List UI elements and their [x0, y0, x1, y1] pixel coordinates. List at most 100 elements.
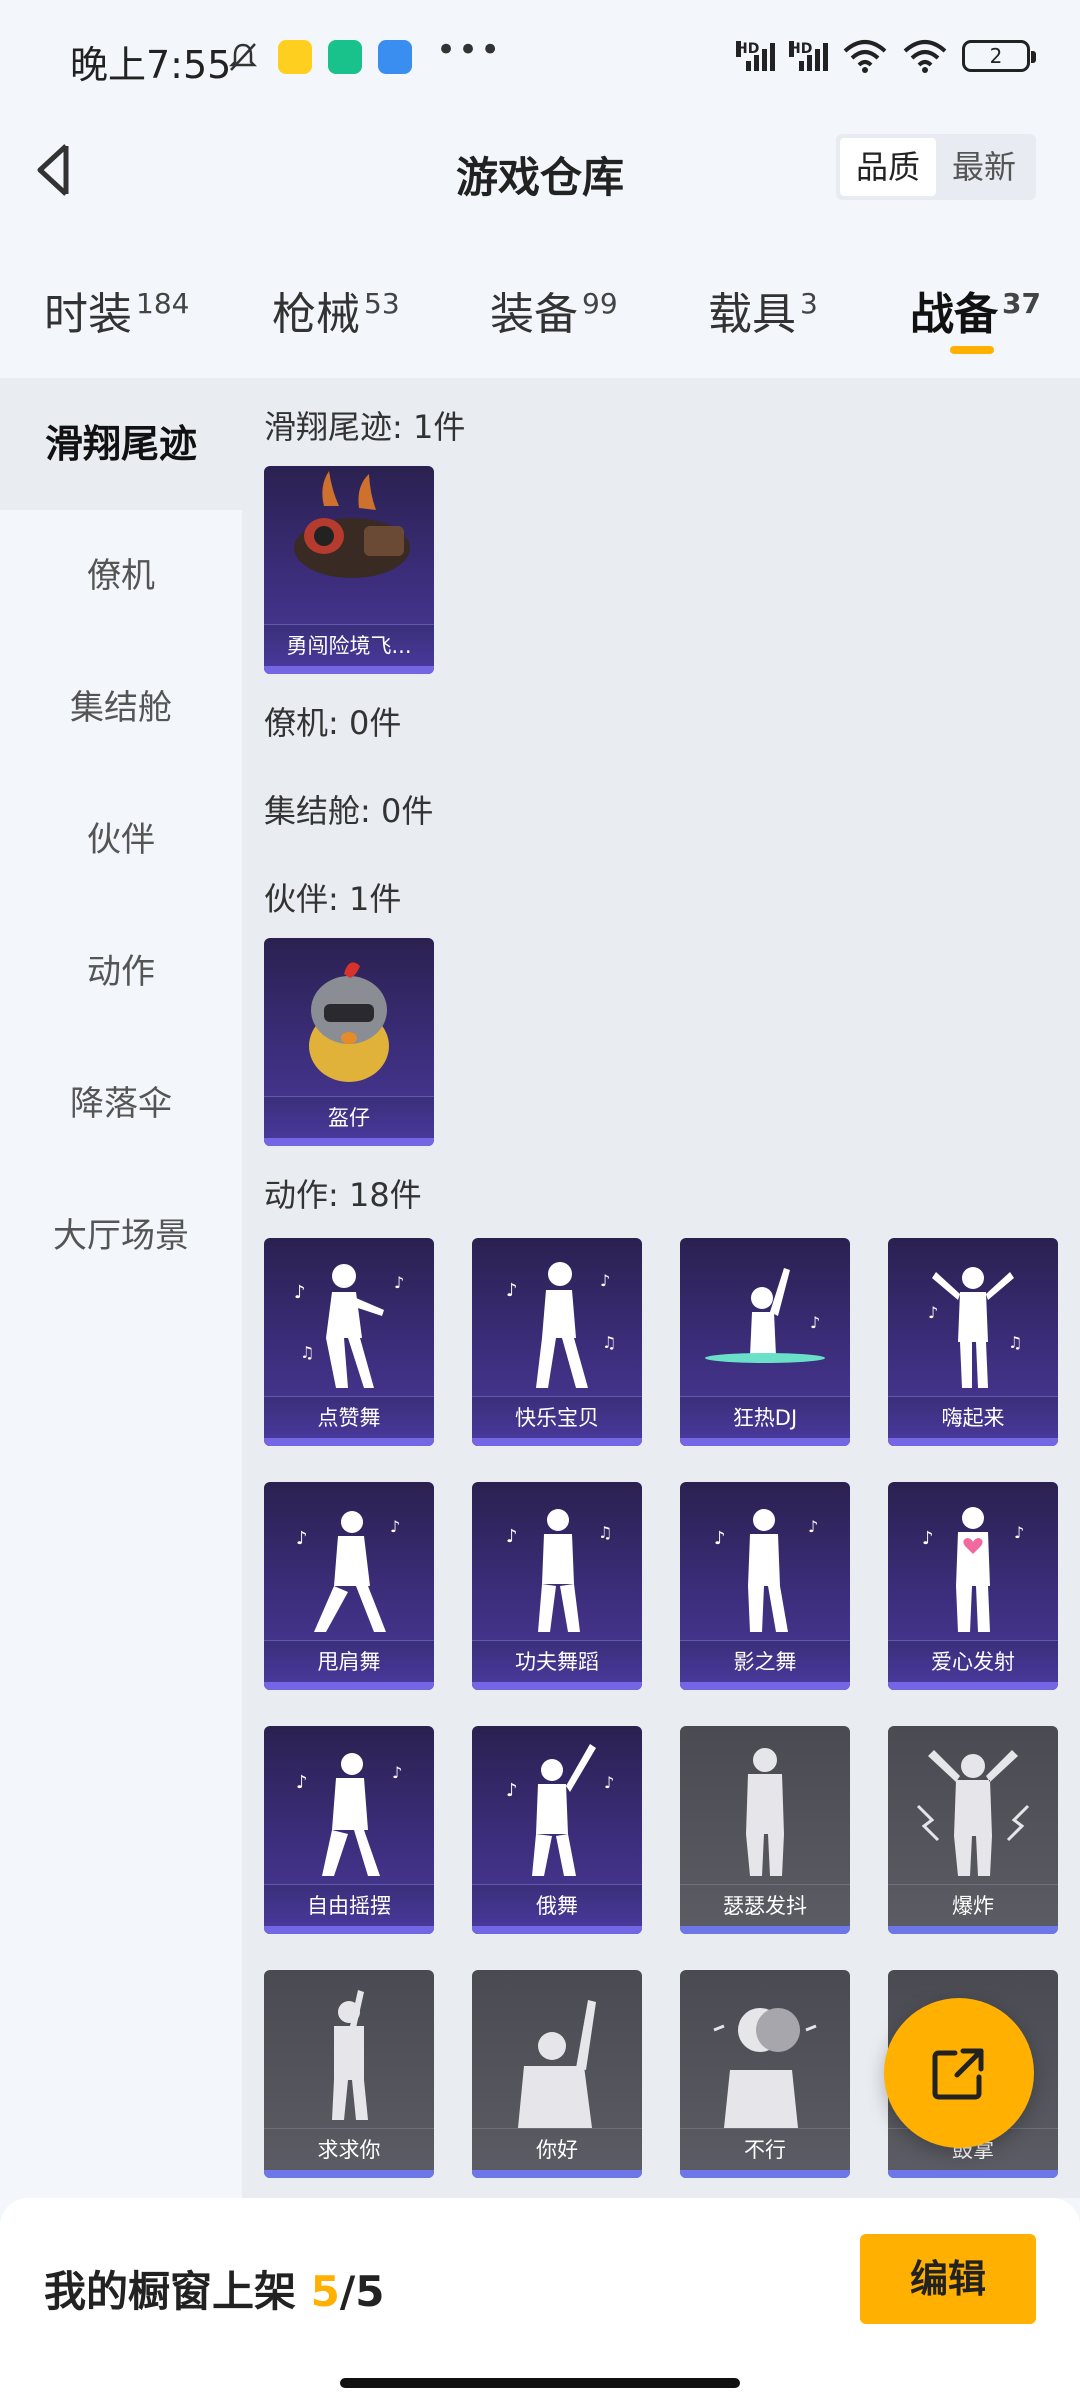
svg-text:♪: ♪	[392, 1763, 402, 1782]
emote-card[interactable]: ♪ ♪ 甩肩舞	[264, 1482, 434, 1690]
card-rarity-stripe	[888, 1926, 1058, 1934]
sidebar-item-pod[interactable]: 集结舱	[0, 642, 242, 774]
heart-dancer-icon: ♪ ♪	[922, 1507, 1024, 1632]
emote-name: 瑟瑟发抖	[723, 1894, 807, 1918]
section-title-pod: 集结舱: 0件	[264, 792, 434, 830]
svg-text:♪: ♪	[506, 1780, 518, 1801]
emote-card[interactable]: ♪ 狂热DJ	[680, 1238, 850, 1446]
item-list: 滑翔尾迹: 1件 勇闯险境飞... 僚机: 0件 集结舱: 0件 伙伴: 1件 …	[242, 378, 1080, 2198]
tab-guns[interactable]: 枪械 53	[272, 278, 400, 342]
emote-card[interactable]: 求求你	[264, 1970, 434, 2178]
item-card[interactable]: 盔仔	[264, 938, 434, 1146]
tab-count: 184	[136, 287, 190, 321]
card-rarity-stripe	[888, 1438, 1058, 1446]
card-rarity-stripe	[680, 1682, 850, 1690]
tab-count: 99	[582, 287, 618, 321]
emote-card[interactable]: 不行	[680, 1970, 850, 2178]
card-rarity-stripe	[472, 2170, 642, 2178]
card-rarity-stripe	[264, 666, 434, 674]
explosion-figure-icon	[916, 1750, 1030, 1876]
dancer-figure-icon: ♪♪	[714, 1509, 818, 1632]
emote-card[interactable]: 你好	[472, 1970, 642, 2178]
wifi-icon	[843, 40, 887, 73]
emote-name: 自由摇摆	[307, 1894, 391, 1918]
emote-card[interactable]: ♪ ♫ 功夫舞蹈	[472, 1482, 642, 1690]
item-card[interactable]: 勇闯险境飞...	[264, 466, 434, 674]
emote-card[interactable]: ♪ ♪ 影之舞	[680, 1482, 850, 1690]
mute-bell-icon	[228, 43, 258, 71]
tab-count: 37	[1002, 287, 1041, 321]
emote-name: 求求你	[317, 2138, 381, 2162]
sort-quality-button[interactable]: 品质	[839, 138, 936, 196]
emote-card[interactable]: 爆炸	[888, 1726, 1058, 1934]
showcase-bar: 我的橱窗上架 5/5 编辑	[0, 2198, 1080, 2400]
share-button[interactable]	[884, 1998, 1034, 2148]
svg-text:♪: ♪	[390, 1517, 400, 1536]
dancer-figure-icon: ♪♪	[296, 1753, 402, 1876]
sort-newest-button[interactable]: 最新	[936, 138, 1032, 196]
tab-combat-gear[interactable]: 战备 37	[910, 278, 1041, 342]
more-notifications-icon: •••	[436, 30, 503, 70]
card-rarity-stripe	[264, 1926, 434, 1934]
emote-name: 点赞舞	[317, 1406, 381, 1430]
sidebar-item-glide-trail[interactable]: 滑翔尾迹	[0, 378, 242, 510]
svg-text:♪: ♪	[714, 1528, 726, 1549]
tab-label: 载具	[708, 289, 796, 340]
sidebar-item-parachute[interactable]: 降落伞	[0, 1038, 242, 1170]
signal-icon-2: HD	[789, 41, 828, 71]
emote-name: 爱心发射	[931, 1650, 1015, 1674]
battery-icon: 2	[962, 40, 1036, 72]
card-rarity-stripe	[680, 1438, 850, 1446]
emote-card[interactable]: ♪ ♪ 爱心发射	[888, 1482, 1058, 1690]
showcase-total: /5	[339, 2267, 385, 2316]
status-right: HD HD 2	[736, 36, 1036, 76]
partner-chick-image	[309, 962, 389, 1082]
waving-figure-icon	[518, 2000, 596, 2128]
card-rarity-stripe	[264, 2170, 434, 2178]
dancer-figure-icon: ♪ ♪ ♫	[294, 1264, 404, 1388]
sidebar-item-wingman[interactable]: 僚机	[0, 510, 242, 642]
svg-text:♪: ♪	[296, 1528, 308, 1549]
status-bar: 晚上7:55 ••• HD HD 2	[0, 0, 1080, 120]
section-title-glide: 滑翔尾迹: 1件	[264, 408, 466, 446]
emote-name: 功夫舞蹈	[515, 1650, 599, 1674]
emote-card[interactable]: ♪ ♪ ♫ 点赞舞	[264, 1238, 434, 1446]
item-name: 盔仔	[328, 1106, 370, 1130]
sidebar-item-partner[interactable]: 伙伴	[0, 774, 242, 906]
emote-card[interactable]: ♪ ♪ ♫ 快乐宝贝	[472, 1238, 642, 1446]
card-rarity-stripe	[472, 1682, 642, 1690]
shield-app-icon	[328, 40, 362, 74]
tab-fashion[interactable]: 时装 184	[44, 278, 189, 342]
emote-card[interactable]: 瑟瑟发抖	[680, 1726, 850, 1934]
tab-label: 枪械	[272, 289, 360, 340]
sidebar-item-emotes[interactable]: 动作	[0, 906, 242, 1038]
emote-card[interactable]: ♪ ♪ 自由摇摆	[264, 1726, 434, 1934]
tab-vehicles[interactable]: 载具 3	[708, 278, 818, 342]
battery-level: 2	[989, 44, 1003, 68]
tab-count: 3	[800, 287, 818, 321]
dancer-figure-icon: ♪♫	[506, 1509, 612, 1632]
svg-text:♪: ♪	[600, 1271, 610, 1290]
sort-toggle[interactable]: 品质 最新	[835, 134, 1036, 200]
sidebar-item-lobby-scene[interactable]: 大厅场景	[0, 1170, 242, 1302]
svg-text:♪: ♪	[810, 1313, 820, 1332]
edit-button[interactable]: 编辑	[860, 2234, 1036, 2324]
signal-icon: HD	[736, 41, 775, 71]
section-title-partner: 伙伴: 1件	[264, 880, 402, 918]
emote-name: 狂热DJ	[732, 1406, 798, 1430]
emote-card[interactable]: ♪ ♫ 嗨起来	[888, 1238, 1058, 1446]
svg-text:♪: ♪	[506, 1280, 518, 1301]
card-rarity-stripe	[680, 2170, 850, 2178]
tab-equipment[interactable]: 装备 99	[490, 278, 618, 342]
svg-text:♪: ♪	[604, 1773, 614, 1792]
showcase-current: 5	[310, 2267, 340, 2316]
card-rarity-stripe	[888, 2170, 1058, 2178]
begging-figure-icon	[332, 1990, 368, 2120]
svg-text:♪: ♪	[394, 1273, 404, 1292]
svg-text:♪: ♪	[294, 1282, 306, 1303]
emote-card[interactable]: ♪ ♪ 俄舞	[472, 1726, 642, 1934]
card-rarity-stripe	[264, 1682, 434, 1690]
svg-text:♪: ♪	[922, 1528, 934, 1549]
home-indicator[interactable]	[340, 2378, 740, 2388]
svg-text:♪: ♪	[1014, 1523, 1024, 1542]
